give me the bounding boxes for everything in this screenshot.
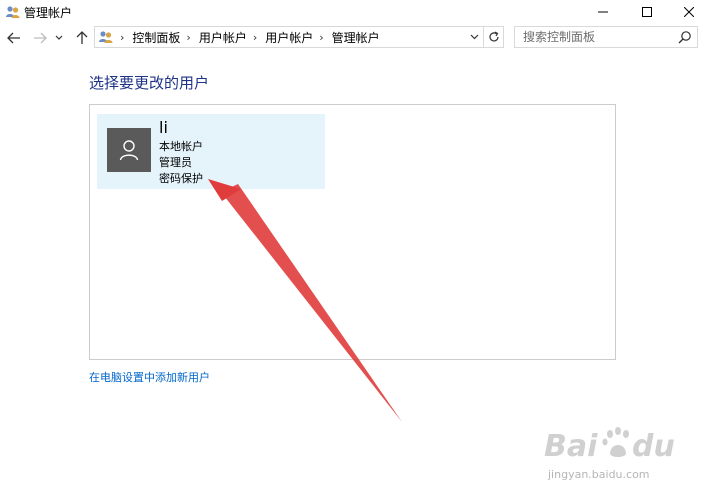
chevron-down-icon (470, 34, 478, 40)
navigation-bar: › 控制面板 › 用户帐户 › 用户帐户 › 管理帐户 (0, 24, 708, 52)
up-button[interactable] (72, 28, 92, 48)
search-input[interactable] (515, 27, 675, 47)
minimize-button[interactable] (580, 0, 626, 24)
chevron-right-icon[interactable]: › (120, 31, 124, 44)
close-icon (684, 7, 694, 17)
arrow-up-icon (76, 31, 88, 44)
chevron-right-icon[interactable]: › (319, 31, 323, 44)
svg-text:Bai: Bai (544, 429, 598, 464)
chevron-right-icon[interactable]: › (186, 31, 190, 44)
title-bar: 管理帐户 (0, 0, 708, 24)
arrow-right-icon (34, 32, 47, 44)
search-icon[interactable] (678, 30, 692, 44)
user-list-panel: li 本地帐户 管理员 密码保护 (89, 104, 616, 360)
page-title: 选择要更改的用户 (89, 74, 210, 92)
users-control-panel-icon (99, 31, 113, 43)
close-button[interactable] (666, 0, 708, 24)
chevron-right-icon[interactable]: › (253, 31, 257, 44)
recent-locations-button[interactable] (52, 28, 66, 48)
refresh-icon (488, 31, 499, 42)
breadcrumb-user-accounts-sub[interactable]: 用户帐户 (265, 29, 313, 46)
user-name: li (159, 118, 168, 137)
arrow-left-icon (7, 32, 20, 44)
user-role: 管理员 (159, 156, 192, 169)
minimize-icon (598, 11, 608, 13)
watermark-url: jingyan.baidu.com (548, 468, 650, 481)
back-button[interactable] (4, 28, 24, 48)
refresh-button[interactable] (484, 26, 504, 48)
breadcrumb-manage-accounts[interactable]: 管理帐户 (332, 29, 380, 46)
baidu-jingyan-watermark: Bai du jingyan.baidu.com (540, 420, 690, 492)
address-dropdown-button[interactable] (467, 30, 481, 44)
user-tile-li[interactable]: li 本地帐户 管理员 密码保护 (97, 114, 325, 189)
breadcrumb-control-panel[interactable]: 控制面板 (132, 29, 180, 46)
avatar (107, 128, 151, 172)
user-security-status: 密码保护 (159, 172, 203, 185)
users-control-panel-icon (6, 6, 20, 18)
add-user-link[interactable]: 在电脑设置中添加新用户 (89, 369, 210, 385)
address-bar[interactable]: › 控制面板 › 用户帐户 › 用户帐户 › 管理帐户 (94, 26, 484, 48)
breadcrumb-user-accounts[interactable]: 用户帐户 (199, 29, 247, 46)
maximize-icon (642, 7, 652, 17)
forward-button[interactable] (30, 28, 50, 48)
window-title: 管理帐户 (24, 6, 73, 20)
svg-text:du: du (632, 429, 675, 464)
search-box[interactable] (514, 26, 698, 48)
user-icon (119, 140, 139, 161)
maximize-button[interactable] (624, 0, 670, 24)
user-account-type: 本地帐户 (159, 140, 203, 153)
chevron-down-icon (55, 35, 63, 40)
baidu-paw-logo-icon: Bai du (544, 427, 675, 464)
